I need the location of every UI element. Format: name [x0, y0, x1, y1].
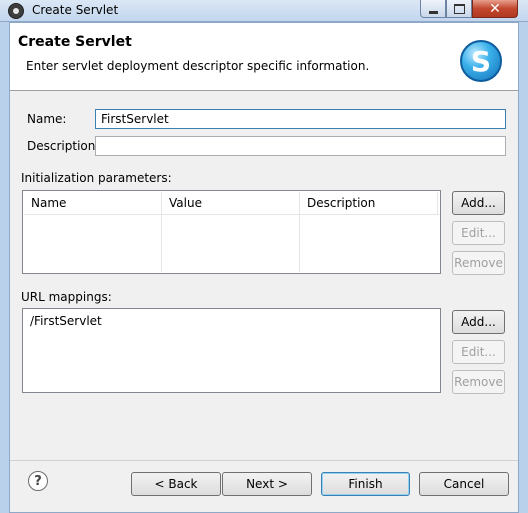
name-input-value: FirstServlet: [101, 112, 169, 126]
cancel-button[interactable]: Cancel: [419, 472, 509, 496]
column-header-name[interactable]: Name: [31, 196, 66, 210]
maximize-button[interactable]: [446, 0, 472, 18]
maximize-icon: [453, 3, 465, 14]
window-title: Create Servlet: [32, 3, 119, 17]
name-input[interactable]: FirstServlet: [95, 109, 506, 129]
minimize-icon: [428, 11, 438, 14]
name-label: Name:: [27, 112, 67, 126]
init-params-remove-button[interactable]: Remove: [452, 251, 505, 275]
eclipse-icon: [8, 3, 24, 19]
init-params-header: Name Value Description: [24, 192, 439, 215]
url-mappings-label: URL mappings:: [21, 290, 112, 304]
list-item[interactable]: /FirstServlet: [30, 314, 102, 328]
url-mappings-edit-button[interactable]: Edit...: [452, 340, 505, 364]
finish-button[interactable]: Finish: [321, 472, 410, 496]
close-button[interactable]: ✕: [472, 0, 518, 18]
url-mappings-list[interactable]: /FirstServlet: [22, 308, 441, 393]
init-params-table[interactable]: Name Value Description: [22, 190, 441, 274]
description-label: Description:: [27, 139, 100, 153]
init-params-label: Initialization parameters:: [21, 171, 172, 185]
help-glyph: ?: [34, 473, 42, 489]
servlet-logo-icon: S: [460, 40, 502, 82]
minimize-button[interactable]: [420, 0, 446, 18]
init-params-add-button[interactable]: Add...: [452, 191, 505, 215]
column-header-description[interactable]: Description: [307, 196, 375, 210]
page-title: Create Servlet: [18, 34, 132, 50]
url-mappings-remove-button[interactable]: Remove: [452, 370, 505, 394]
column-divider: [299, 192, 300, 272]
init-params-edit-button[interactable]: Edit...: [452, 221, 505, 245]
next-button[interactable]: Next >: [222, 472, 312, 496]
back-button[interactable]: < Back: [131, 472, 221, 496]
column-divider: [161, 192, 162, 272]
column-header-value[interactable]: Value: [169, 196, 202, 210]
column-divider: [437, 192, 438, 214]
page-description: Enter servlet deployment descriptor spec…: [26, 59, 370, 73]
close-icon: ✕: [489, 0, 501, 17]
servlet-logo-letter: S: [470, 44, 492, 78]
url-mappings-add-button[interactable]: Add...: [452, 310, 505, 334]
description-input[interactable]: [95, 136, 506, 156]
help-icon[interactable]: ?: [28, 471, 48, 491]
footer-separator: [10, 460, 518, 461]
